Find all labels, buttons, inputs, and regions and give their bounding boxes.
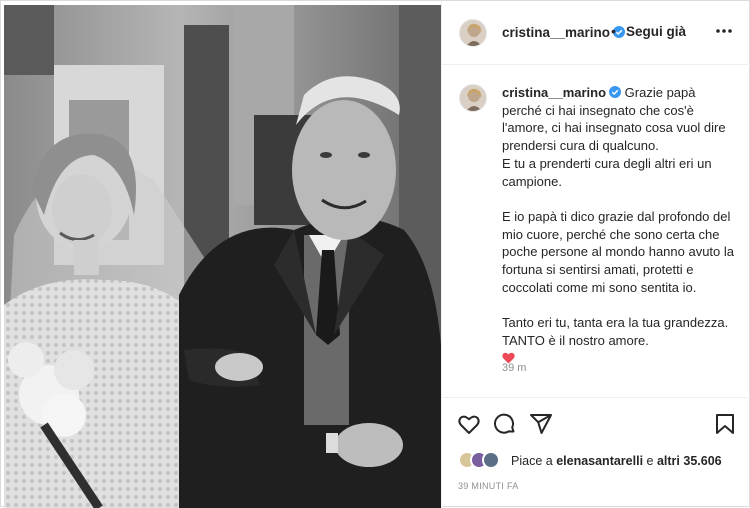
comments-area: cristina__marino Grazie papà perché ci h…	[442, 66, 750, 396]
like-button[interactable]	[457, 412, 481, 436]
avatar[interactable]	[459, 19, 487, 47]
header-username[interactable]: cristina__marino	[502, 25, 626, 40]
post-photo[interactable]	[4, 5, 441, 508]
comment-button[interactable]	[493, 412, 517, 436]
caption-paragraph: Tanto eri tu, tanta era la tua grandezza…	[502, 315, 729, 331]
comment-icon	[494, 413, 515, 434]
following-button[interactable]: Segui già	[626, 24, 686, 39]
instagram-post: cristina__marino • Segui già cristina__m…	[0, 0, 750, 508]
avatar-image	[460, 20, 486, 46]
separator-dot: •	[611, 23, 616, 39]
post-timestamp[interactable]: 39 MINUTI FA	[458, 481, 519, 491]
liker-avatar	[482, 451, 500, 469]
likes-summary[interactable]: Piace a elenasantarelli e altri 35.606	[458, 448, 748, 472]
caption-paragraph: E tu a prenderti cura degli altri eri un…	[502, 155, 712, 189]
caption-emoji-line	[502, 350, 738, 368]
more-horizontal-icon[interactable]	[714, 23, 734, 39]
likes-text: Piace a elenasantarelli e altri 35.606	[511, 454, 722, 468]
bookmark-icon	[716, 414, 734, 434]
heart-outline-icon	[458, 415, 480, 434]
avatar-image	[460, 85, 486, 111]
caption-paragraph: E io papà ti dico grazie dal profondo de…	[502, 208, 735, 295]
share-icon	[530, 414, 552, 434]
caption-avatar[interactable]	[459, 84, 487, 112]
post-header: cristina__marino • Segui già	[442, 1, 750, 65]
share-button[interactable]	[529, 412, 553, 436]
caption-time[interactable]: 39 m	[502, 362, 526, 374]
caption-username[interactable]: cristina__marino	[502, 85, 622, 100]
post-sidebar: cristina__marino • Segui già cristina__m…	[441, 1, 750, 508]
action-bar: Piace a elenasantarelli e altri 35.606 3…	[442, 397, 750, 507]
likes-count[interactable]: altri 35.606	[657, 454, 722, 468]
caption-paragraph: TANTO è il nostro amore.	[502, 332, 649, 348]
liker-username[interactable]: elenasantarelli	[556, 454, 643, 468]
verified-badge-icon	[609, 86, 622, 98]
caption-paragraph: cristina__marino Grazie papà perché ci h…	[502, 85, 726, 154]
post-caption: cristina__marino Grazie papà perché ci h…	[502, 84, 738, 367]
save-button[interactable]	[713, 412, 737, 436]
wedding-photo	[4, 5, 441, 508]
